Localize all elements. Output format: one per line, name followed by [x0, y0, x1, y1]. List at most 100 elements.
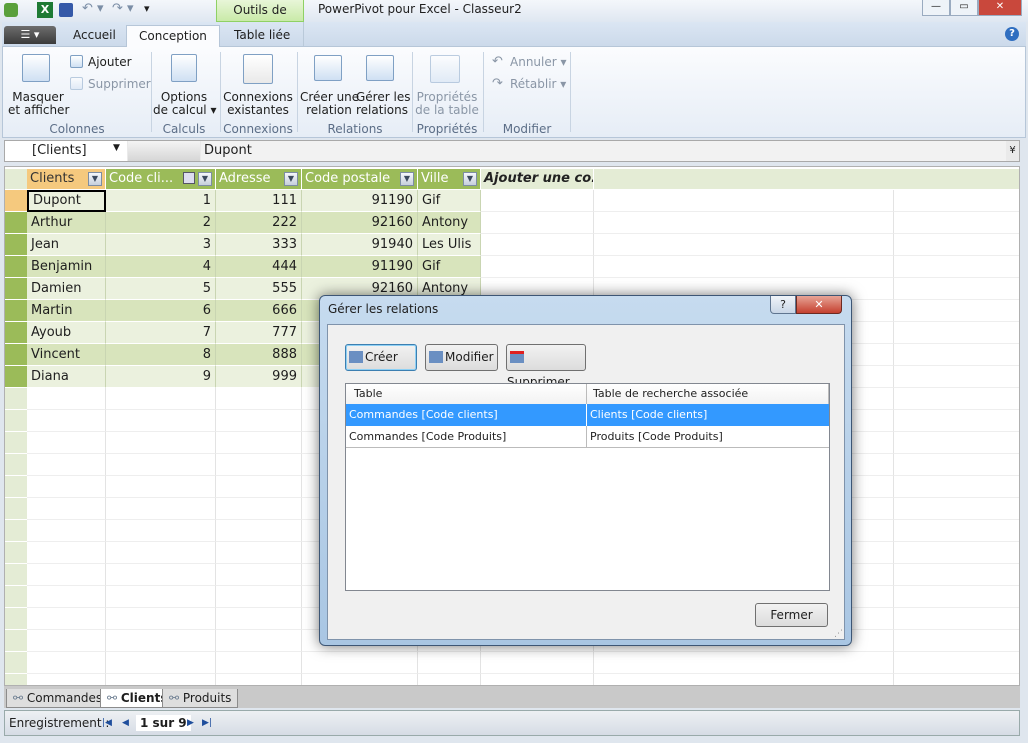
cell-ville[interactable]: Les Ulis [418, 234, 481, 256]
cell-code-clients[interactable]: 4 [106, 256, 216, 278]
empty-cell[interactable] [106, 498, 216, 520]
fermer-button[interactable]: Fermer [755, 603, 828, 627]
empty-cell[interactable] [106, 586, 216, 608]
tab-conception[interactable]: Conception [126, 25, 220, 47]
empty-cell[interactable] [481, 652, 594, 674]
empty-cell[interactable] [106, 520, 216, 542]
empty-cell[interactable] [418, 674, 481, 685]
empty-cell[interactable] [894, 586, 1019, 608]
cell-code-postale[interactable]: 91190 [302, 256, 418, 278]
empty-cell[interactable] [302, 674, 418, 685]
next-record-button[interactable]: ▶ [187, 711, 194, 736]
empty-cell[interactable] [106, 652, 216, 674]
empty-cell[interactable] [894, 520, 1019, 542]
empty-cell[interactable] [594, 256, 894, 278]
cell-code-postale[interactable]: 92160 [302, 212, 418, 234]
retablir-button[interactable]: Rétablir ▾ [510, 77, 566, 91]
column-header-code-postale[interactable]: Code postale ▼ [302, 169, 418, 189]
empty-cell[interactable] [27, 388, 106, 410]
empty-cell[interactable] [594, 190, 894, 212]
cell-clients[interactable]: Arthur [27, 212, 106, 234]
empty-cell[interactable] [481, 256, 594, 278]
empty-cell[interactable] [106, 388, 216, 410]
empty-cell[interactable] [302, 652, 418, 674]
row-header[interactable] [5, 498, 27, 519]
row-header[interactable] [5, 476, 27, 497]
empty-cell[interactable] [594, 212, 894, 234]
empty-cell[interactable] [216, 608, 302, 630]
empty-cell[interactable] [894, 344, 1019, 366]
empty-cell[interactable] [27, 652, 106, 674]
empty-cell[interactable] [894, 388, 1019, 410]
empty-cell[interactable] [216, 520, 302, 542]
help-icon[interactable]: ? [1005, 27, 1019, 41]
empty-cell[interactable] [106, 476, 216, 498]
empty-cell[interactable] [418, 652, 481, 674]
empty-cell[interactable] [894, 256, 1019, 278]
undo-icon[interactable]: ↶ ▾ [82, 1, 104, 16]
column-header-code-clients[interactable]: Code cli... ▼ [106, 169, 216, 189]
row-header[interactable] [5, 564, 27, 585]
cell-adresse[interactable]: 888 [216, 344, 302, 366]
cell-adresse[interactable]: 666 [216, 300, 302, 322]
first-record-button[interactable]: |◀ [102, 711, 112, 736]
excel-icon[interactable]: X [37, 2, 53, 18]
row-header[interactable] [5, 674, 27, 685]
selected-cell[interactable]: Dupont [27, 190, 106, 212]
options-calcul-button[interactable]: Options de calcul ▾ [153, 91, 216, 117]
chevron-down-icon[interactable]: ▼ [113, 143, 120, 153]
cell-clients[interactable]: Benjamin [27, 256, 106, 278]
empty-cell[interactable] [594, 652, 894, 674]
cell-code-clients[interactable]: 9 [106, 366, 216, 388]
empty-cell[interactable] [894, 454, 1019, 476]
row-header[interactable] [5, 608, 27, 629]
empty-cell[interactable] [894, 190, 1019, 212]
cell-code-clients[interactable]: 1 [106, 190, 216, 212]
column-header-lookup[interactable]: Table de recherche associée [587, 384, 829, 404]
empty-cell[interactable] [894, 608, 1019, 630]
cell-adresse[interactable]: 111 [216, 190, 302, 212]
empty-cell[interactable] [894, 234, 1019, 256]
cell-adresse[interactable]: 333 [216, 234, 302, 256]
empty-cell[interactable] [894, 652, 1019, 674]
column-header-ajouter-colonne[interactable]: Ajouter une co... [481, 169, 594, 189]
empty-cell[interactable] [216, 542, 302, 564]
empty-cell[interactable] [106, 608, 216, 630]
cell-clients[interactable]: Ayoub [27, 322, 106, 344]
empty-cell[interactable] [894, 498, 1019, 520]
empty-cell[interactable] [106, 630, 216, 652]
masquer-afficher-button[interactable]: Masquer et afficher [8, 91, 69, 117]
row-header[interactable] [5, 410, 27, 431]
row-header[interactable] [5, 190, 27, 211]
cell-code-postale[interactable]: 91190 [302, 190, 418, 212]
cell-clients[interactable]: Vincent [27, 344, 106, 366]
supprimer-dialog-button[interactable]: Supprimer [506, 344, 586, 389]
annuler-button[interactable]: Annuler ▾ [510, 55, 567, 69]
record-position[interactable]: 1 sur 9 [136, 715, 191, 731]
empty-cell[interactable] [27, 542, 106, 564]
minimize-button[interactable]: — [922, 0, 950, 16]
empty-cell[interactable] [894, 630, 1019, 652]
sheet-tab-produits[interactable]: ⚯ Produits [162, 689, 239, 708]
redo-icon[interactable]: ↷ ▾ [112, 1, 134, 16]
tab-accueil[interactable]: Accueil [61, 25, 128, 47]
restore-button[interactable]: ▭ [950, 0, 978, 16]
filter-dropdown-icon[interactable]: ▼ [400, 172, 414, 186]
empty-cell[interactable] [894, 278, 1019, 300]
empty-cell[interactable] [27, 498, 106, 520]
empty-cell[interactable] [481, 212, 594, 234]
cell-clients[interactable]: Martin [27, 300, 106, 322]
connexions-existantes-button[interactable]: Connexions existantes [222, 91, 294, 117]
empty-cell[interactable] [216, 652, 302, 674]
row-header[interactable] [5, 388, 27, 409]
row-header[interactable] [5, 256, 27, 277]
column-header-ville[interactable]: Ville ▼ [418, 169, 481, 189]
row-header[interactable] [5, 300, 27, 321]
empty-cell[interactable] [894, 674, 1019, 685]
row-header[interactable] [5, 630, 27, 651]
empty-cell[interactable] [106, 410, 216, 432]
empty-cell[interactable] [894, 476, 1019, 498]
empty-cell[interactable] [106, 454, 216, 476]
save-icon[interactable] [59, 3, 73, 17]
empty-cell[interactable] [216, 564, 302, 586]
